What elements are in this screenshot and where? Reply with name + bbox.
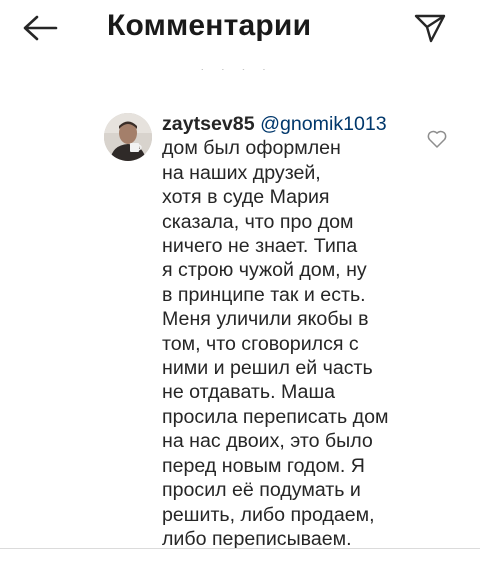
comment-line: перед новым годом. Я bbox=[162, 454, 365, 477]
page-title: Комментарии bbox=[107, 9, 312, 42]
comment-line: ними и решил ей часть bbox=[162, 357, 373, 380]
comment-line: сказала, что про дом bbox=[162, 210, 354, 233]
comment-line: Меня уличили якобы в bbox=[162, 308, 369, 331]
arrow-left-icon bbox=[23, 15, 58, 41]
comment-text: zaytsev85 @gnomik1013 дом был оформлен на… bbox=[162, 112, 412, 551]
comment-body: дом был оформлен на наших друзей, хотя в с… bbox=[162, 136, 412, 551]
share-button[interactable] bbox=[408, 8, 452, 48]
comment-line: на наших друзей, bbox=[162, 161, 321, 184]
comment-line: я строю чужой дом, ну bbox=[162, 259, 367, 282]
comment-line: не отдавать. Маша bbox=[162, 381, 336, 404]
top-bar: Комментарии bbox=[0, 0, 480, 56]
comment-username[interactable]: zaytsev85 bbox=[162, 113, 255, 135]
comment-line: в принципе так и есть. bbox=[162, 283, 366, 306]
comment-line: просила переписать дом bbox=[162, 405, 389, 428]
comment-mention[interactable]: @gnomik1013 bbox=[260, 113, 387, 135]
comment-line: дом был оформлен bbox=[162, 137, 341, 160]
like-button[interactable] bbox=[426, 129, 448, 149]
paper-plane-icon bbox=[414, 14, 446, 43]
divider bbox=[0, 548, 480, 549]
comment-line: решить, либо продаем, bbox=[162, 503, 375, 526]
previous-comment-fragment: · · · · bbox=[200, 61, 273, 70]
comment-line: хотя в суде Мария bbox=[162, 186, 330, 209]
comment-line: ничего не знает. Типа bbox=[162, 235, 358, 258]
comment-line: на нас двоих, это было bbox=[162, 430, 373, 453]
heart-outline-icon bbox=[427, 130, 447, 148]
user-avatar bbox=[104, 113, 152, 161]
back-button[interactable] bbox=[14, 8, 66, 48]
comment-line: просил её подумать и bbox=[162, 479, 361, 502]
comment-line: том, что сговорился с bbox=[162, 332, 359, 355]
avatar[interactable] bbox=[104, 113, 152, 161]
